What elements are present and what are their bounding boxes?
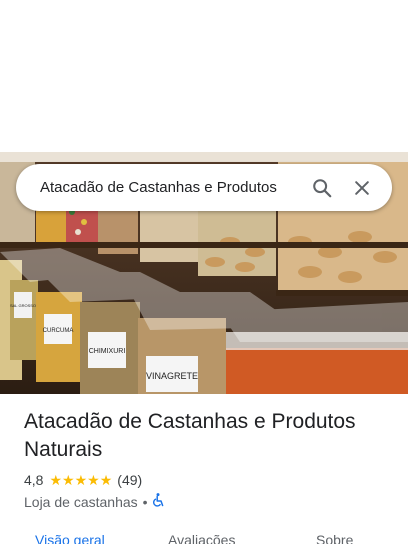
star-icon: ★ [74, 472, 88, 488]
label-chimixuri: CHIMIXURI [89, 348, 126, 355]
search-input[interactable]: Atacadão de Castanhas e Produtos [40, 179, 302, 196]
tab-overview[interactable]: Visão geral [35, 532, 105, 544]
close-icon[interactable] [342, 168, 382, 208]
place-category: Loja de castanhas [24, 493, 138, 510]
wheelchair-icon [152, 493, 165, 510]
star-icon: ★ [99, 472, 113, 488]
tab-about[interactable]: Sobre [316, 532, 353, 544]
category-row: Loja de castanhas • [24, 493, 165, 510]
reviews-count[interactable]: (49) [117, 472, 142, 488]
tab-reviews[interactable]: Avaliações [168, 532, 235, 544]
place-tabs: Visão geral Avaliações Sobre [0, 528, 408, 544]
map-area-blank [0, 0, 408, 152]
label-sal-grosso: SAL GROSSO [10, 303, 36, 308]
search-icon[interactable] [302, 168, 342, 208]
label-curcuma: CURCUMA [43, 328, 74, 334]
separator: • [142, 493, 148, 510]
rating-value: 4,8 [24, 472, 44, 488]
label-vinagrete: VINAGRETE [146, 371, 198, 381]
place-info-panel: Atacadão de Castanhas e Produtos Naturai… [0, 394, 408, 544]
star-icon: ★ [49, 472, 63, 488]
star-icon: ★ [62, 472, 75, 488]
rating-row[interactable]: 4,8 ★ ★ ★ ★ ★ (49) [24, 472, 142, 488]
search-bar[interactable]: Atacadão de Castanhas e Produtos [16, 164, 392, 211]
star-icon: ★ [87, 472, 100, 488]
rating-stars: ★ ★ ★ ★ ★ [49, 473, 112, 487]
place-title: Atacadão de Castanhas e Produtos Naturai… [24, 410, 356, 461]
